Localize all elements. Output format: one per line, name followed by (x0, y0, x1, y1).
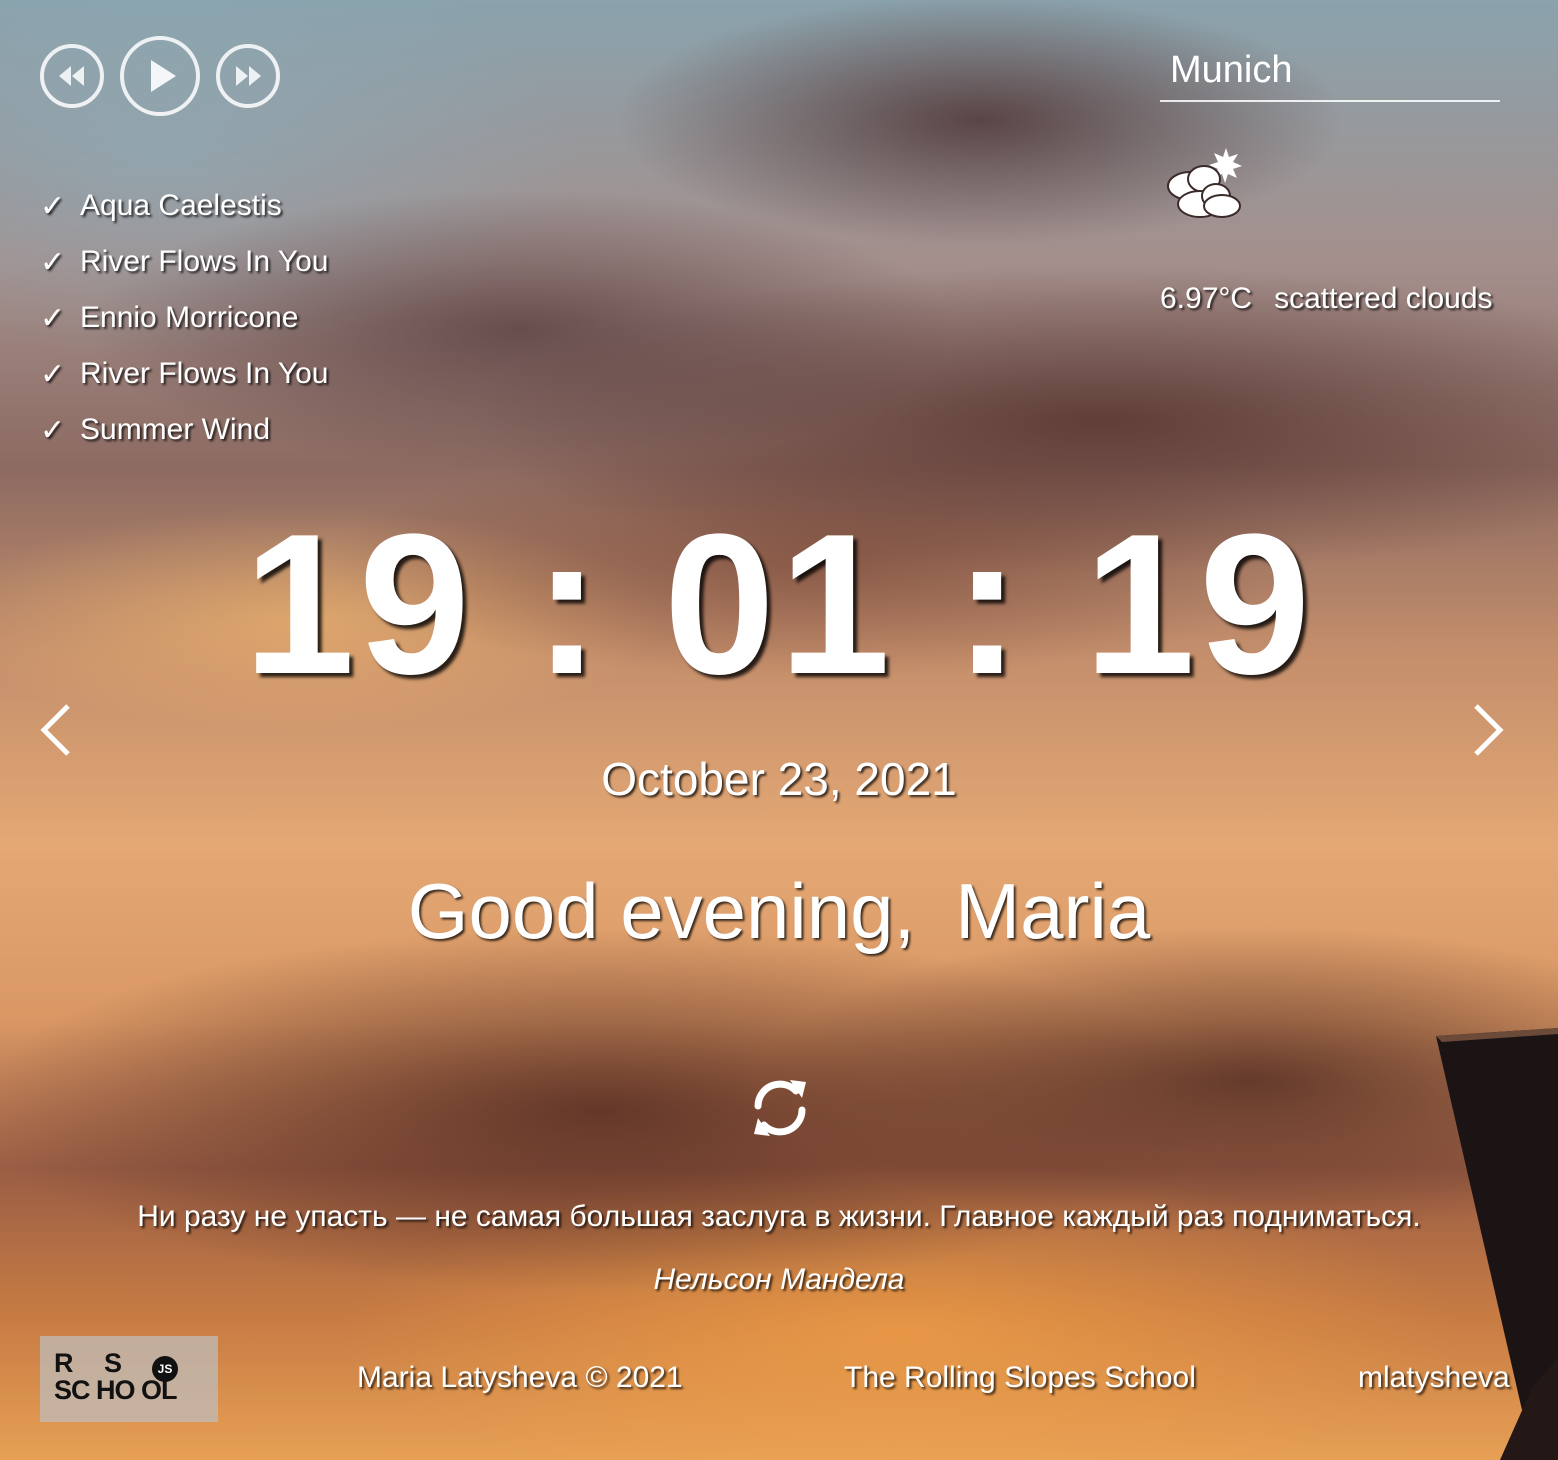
playlist: ✓ Aqua Caelestis ✓ River Flows In You ✓ … (40, 178, 328, 458)
greeting: Good evening, Maria (0, 866, 1558, 957)
check-icon: ✓ (40, 356, 66, 392)
playlist-item[interactable]: ✓ Aqua Caelestis (40, 178, 328, 234)
quote-text: Ни разу не упасть — не самая большая зас… (137, 1200, 1421, 1233)
playlist-item[interactable]: ✓ Summer Wind (40, 402, 328, 458)
partly-cloudy-icon (1164, 146, 1246, 227)
logo-line1: R S (54, 1348, 218, 1378)
audio-player (40, 36, 280, 116)
prev-track-button[interactable] (40, 44, 104, 108)
js-badge: JS (152, 1356, 178, 1382)
playlist-item[interactable]: ✓ River Flows In You (40, 346, 328, 402)
school-link[interactable]: The Rolling Slopes School (844, 1361, 1196, 1395)
track-title: River Flows In You (80, 357, 329, 390)
wing-silhouette (1436, 1028, 1558, 1460)
quote-author: Нельсон Мандела (653, 1263, 905, 1296)
temperature: 6.97°C (1160, 282, 1253, 315)
weather-info: 6.97°C scattered clouds (1160, 282, 1493, 316)
clock-time: 19 : 01 : 19 (243, 493, 1315, 716)
rewind-icon (59, 66, 84, 86)
logo-letter: S (104, 1348, 125, 1378)
copyright: Maria Latysheva © 2021 (357, 1361, 683, 1394)
track-title: Summer Wind (80, 413, 271, 446)
chevron-right-icon (1474, 704, 1504, 756)
fast-forward-icon (236, 66, 261, 86)
playlist-item[interactable]: ✓ River Flows In You (40, 234, 328, 290)
check-icon: ✓ (40, 244, 66, 280)
check-icon: ✓ (40, 188, 66, 224)
track-title: Aqua Caelestis (80, 189, 282, 222)
logo-line2: SC HO OL (54, 1375, 178, 1405)
next-track-button[interactable] (216, 44, 280, 108)
check-icon: ✓ (40, 412, 66, 448)
greeting-text: Good evening, (407, 867, 916, 955)
weather-description: scattered clouds (1274, 282, 1493, 315)
playlist-item[interactable]: ✓ Ennio Morricone (40, 290, 328, 346)
city-input[interactable] (1160, 40, 1500, 102)
track-title: Ennio Morricone (80, 301, 299, 334)
date: October 23, 2021 (601, 753, 957, 805)
play-icon (151, 60, 176, 92)
change-quote-button[interactable] (746, 1074, 814, 1147)
refresh-icon (754, 1080, 806, 1136)
logo-letter: R (54, 1348, 76, 1378)
track-title: River Flows In You (80, 245, 329, 278)
rs-school-logo[interactable]: R S JS SC HO OL (40, 1336, 218, 1422)
name-input[interactable]: Maria (955, 867, 1150, 955)
play-button[interactable] (120, 36, 200, 116)
check-icon: ✓ (40, 300, 66, 336)
chevron-left-icon (40, 704, 70, 756)
